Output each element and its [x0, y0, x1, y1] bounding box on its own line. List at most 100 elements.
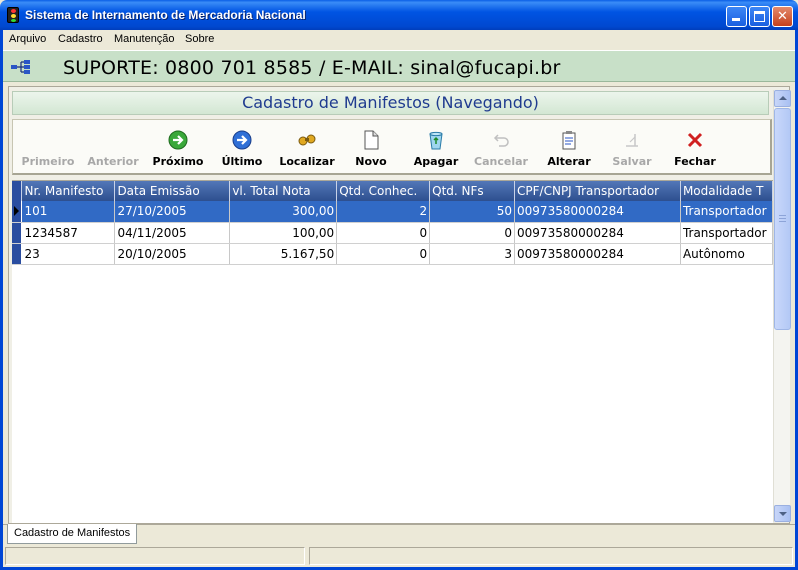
maximize-button[interactable]	[749, 6, 770, 27]
close-x-icon	[687, 132, 703, 148]
status-bar	[3, 546, 795, 566]
column-header[interactable]: Qtd. NFs	[429, 181, 516, 201]
cell-vl-total-nota[interactable]: 300,00	[229, 201, 338, 223]
row-indicator[interactable]	[12, 222, 23, 244]
row-indicator[interactable]	[12, 201, 23, 223]
status-panel-2	[309, 547, 793, 565]
last-button[interactable]: Último	[213, 120, 271, 174]
first-button-label: Primeiro	[21, 155, 75, 168]
minimize-icon	[732, 18, 740, 21]
previous-button-label: Anterior	[87, 155, 139, 168]
arrow-down-icon	[779, 512, 787, 516]
cell-nr-manifesto[interactable]: 23	[21, 243, 116, 265]
close-form-button-label: Fechar	[674, 155, 716, 168]
current-row-arrow-icon	[14, 206, 19, 217]
table-row[interactable]: 101 27/10/2005 300,00 2 50 0097358000028…	[12, 201, 774, 223]
row-indicator-header	[12, 181, 23, 201]
table-row[interactable]: 1234587 04/11/2005 100,00 0 0 0097358000…	[12, 222, 774, 244]
cell-nr-manifesto[interactable]: 101	[21, 201, 116, 223]
arrow-up-icon	[779, 96, 787, 100]
cell-data-emissao[interactable]: 27/10/2005	[114, 201, 231, 223]
edit-clipboard-icon	[562, 131, 576, 150]
menu-arquivo[interactable]: Arquivo	[9, 33, 46, 45]
form-panel: Cadastro de Manifestos (Navegando) Prime…	[8, 86, 790, 524]
undo-icon	[493, 134, 509, 147]
new-button[interactable]: Novo	[347, 120, 395, 174]
scroll-thumb[interactable]	[774, 108, 791, 330]
next-button[interactable]: Próximo	[147, 120, 209, 174]
save-button[interactable]: Salvar	[607, 120, 657, 174]
column-header[interactable]: CPF/CNPJ Transportador	[514, 181, 681, 201]
cell-vl-total-nota[interactable]: 5.167,50	[229, 243, 338, 265]
manifest-grid: Nr. Manifesto Data Emissão vl. Total Not…	[12, 180, 774, 523]
title-bar: Sistema de Internamento de Mercadoria Na…	[0, 0, 798, 30]
recycle-bin-icon	[429, 131, 443, 150]
grid-header-row: Nr. Manifesto Data Emissão vl. Total Not…	[12, 181, 774, 201]
column-header[interactable]: Modalidade T	[680, 181, 774, 201]
new-button-label: Novo	[355, 155, 387, 168]
cell-modalidade[interactable]: Transportador	[680, 201, 774, 223]
window-title: Sistema de Internamento de Mercadoria Na…	[25, 8, 306, 22]
scroll-down-button[interactable]	[774, 505, 791, 522]
table-row[interactable]: 23 20/10/2005 5.167,50 0 3 0097358000028…	[12, 243, 774, 265]
next-button-label: Próximo	[152, 155, 204, 168]
column-header[interactable]: vl. Total Nota	[229, 181, 338, 201]
row-indicator[interactable]	[12, 243, 23, 265]
form-title: Cadastro de Manifestos (Navegando)	[12, 91, 769, 115]
maximize-icon	[754, 11, 765, 22]
close-icon: ✕	[777, 9, 788, 24]
cell-data-emissao[interactable]: 20/10/2005	[114, 243, 231, 265]
close-button[interactable]: ✕	[772, 6, 793, 27]
support-banner: SUPORTE: 0800 701 8585 / E-MAIL: sinal@f…	[3, 50, 795, 82]
cell-qtd-conhec[interactable]: 2	[336, 201, 431, 223]
menu-sobre[interactable]: Sobre	[185, 33, 214, 45]
navigation-toolbar: Primeiro Anterior Próximo Último Localiz…	[12, 119, 772, 175]
traffic-light-app-icon[interactable]	[7, 7, 19, 23]
column-header[interactable]: Qtd. Conhec.	[336, 181, 431, 201]
edit-button-label: Alterar	[547, 155, 591, 168]
vertical-scrollbar[interactable]	[773, 90, 791, 522]
cell-modalidade[interactable]: Transportador	[680, 222, 774, 244]
column-header[interactable]: Nr. Manifesto	[21, 181, 116, 201]
delete-button[interactable]: Apagar	[409, 120, 463, 174]
cell-cpf-cnpj[interactable]: 00973580000284	[514, 222, 681, 244]
close-form-button[interactable]: Fechar	[669, 120, 721, 174]
cell-cpf-cnpj[interactable]: 00973580000284	[514, 243, 681, 265]
binoculars-icon	[298, 134, 316, 146]
cell-data-emissao[interactable]: 04/11/2005	[114, 222, 231, 244]
cell-vl-total-nota[interactable]: 100,00	[229, 222, 338, 244]
menu-cadastro[interactable]: Cadastro	[58, 33, 103, 45]
window-frame-left	[0, 30, 3, 570]
column-header[interactable]: Data Emissão	[114, 181, 231, 201]
menu-bar: Arquivo Cadastro Manutenção Sobre	[3, 30, 795, 48]
manifest-table: Nr. Manifesto Data Emissão vl. Total Not…	[12, 181, 774, 265]
cell-qtd-nfs[interactable]: 3	[429, 243, 516, 265]
last-button-label: Último	[221, 155, 263, 168]
next-record-icon	[168, 130, 188, 150]
status-panel-1	[5, 547, 305, 565]
previous-button[interactable]: Anterior	[83, 120, 143, 174]
support-text: SUPORTE: 0800 701 8585 / E-MAIL: sinal@f…	[63, 57, 561, 79]
find-button[interactable]: Localizar	[275, 120, 339, 174]
edit-button[interactable]: Alterar	[541, 120, 597, 174]
minimize-button[interactable]	[726, 6, 747, 27]
cancel-button[interactable]: Cancelar	[469, 120, 533, 174]
cell-cpf-cnpj[interactable]: 00973580000284	[514, 201, 681, 223]
first-button[interactable]: Primeiro	[17, 120, 79, 174]
find-button-label: Localizar	[279, 155, 335, 168]
tab-bar: Cadastro de Manifestos	[3, 524, 795, 546]
scroll-up-button[interactable]	[774, 90, 791, 107]
cell-qtd-conhec[interactable]: 0	[336, 222, 431, 244]
cell-qtd-conhec[interactable]: 0	[336, 243, 431, 265]
cell-modalidade[interactable]: Autônomo	[680, 243, 774, 265]
menu-manutencao[interactable]: Manutenção	[114, 33, 175, 45]
cell-nr-manifesto[interactable]: 1234587	[21, 222, 116, 244]
cell-qtd-nfs[interactable]: 0	[429, 222, 516, 244]
network-icon	[11, 60, 30, 74]
save-icon	[626, 134, 638, 147]
save-button-label: Salvar	[612, 155, 652, 168]
cell-qtd-nfs[interactable]: 50	[429, 201, 516, 223]
delete-button-label: Apagar	[413, 155, 459, 168]
tab-cadastro-de-manifestos[interactable]: Cadastro de Manifestos	[7, 524, 138, 544]
last-record-icon	[232, 130, 252, 150]
